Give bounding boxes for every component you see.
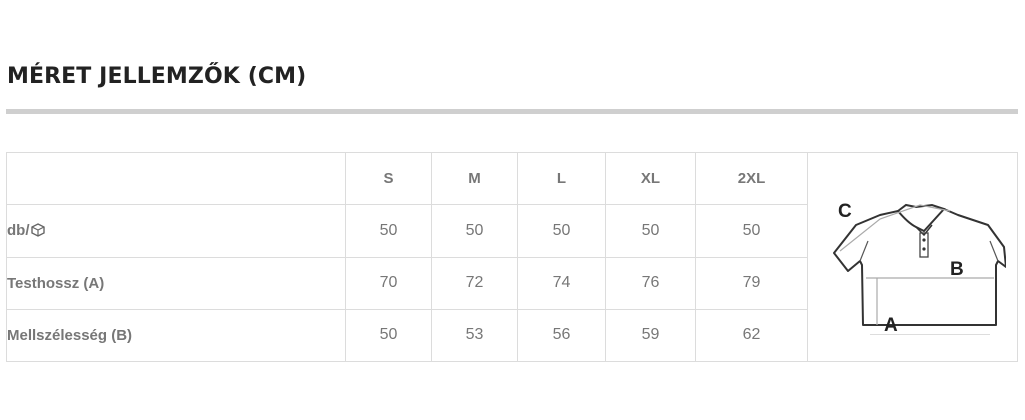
diagram-label-b: B [950, 259, 964, 280]
table-header-row: S M L XL 2XL C B A [6, 151, 1018, 362]
table-cell: 72 [431, 256, 518, 310]
table-cell: 50 [345, 204, 432, 258]
table-cell: 50 [431, 204, 518, 258]
table-cell: 70 [345, 256, 432, 310]
row-label-quantity: db/ [6, 204, 346, 258]
page-title: MÉRET JELLEMZŐK (CM) [7, 64, 307, 89]
table-cell: 53 [431, 308, 518, 363]
title-divider [6, 109, 1018, 114]
row-label-body-length: Testhossz (A) [6, 256, 346, 310]
shirt-diagram-cell: C B A [807, 152, 1018, 362]
size-header-s: S [345, 151, 432, 206]
table-cell: 50 [695, 204, 808, 258]
table-cell: 56 [517, 308, 606, 363]
size-table: S M L XL 2XL C B A db/ 50 50 50 50 50 Te… [6, 151, 1018, 363]
box-icon [30, 223, 45, 238]
table-cell: 50 [517, 204, 606, 258]
table-cell: 79 [695, 256, 808, 310]
table-cell: 76 [605, 256, 696, 310]
header-empty-cell [6, 151, 346, 206]
table-cell: 50 [345, 308, 432, 363]
size-header-2xl: 2XL [695, 151, 808, 206]
polo-shirt-icon: C B A [832, 201, 1007, 336]
table-cell: 50 [605, 204, 696, 258]
row-label-chest-width: Mellszélesség (B) [6, 308, 346, 363]
table-cell: 62 [695, 308, 808, 363]
table-cell: 74 [517, 256, 606, 310]
table-cell: 59 [605, 308, 696, 363]
size-header-m: M [431, 151, 518, 206]
size-header-xl: XL [605, 151, 696, 206]
size-header-l: L [517, 151, 606, 206]
row-label-text: db/ [7, 222, 30, 240]
diagram-label-c: C [838, 201, 852, 222]
diagram-label-a: A [884, 315, 898, 335]
